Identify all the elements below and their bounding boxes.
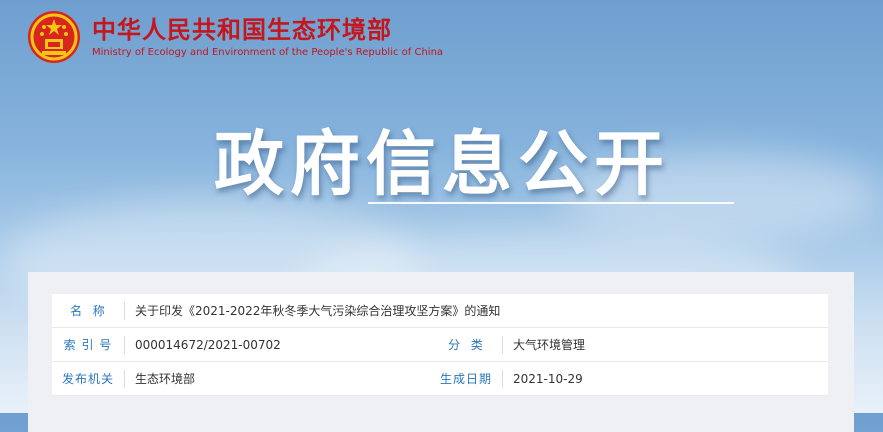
org-name-block: 中华人民共和国生态环境部 Ministry of Ecology and Env… (92, 16, 443, 58)
document-info-table: 名 称 关于印发《2021-2022年秋冬季大气污染综合治理攻坚方案》的通知 索… (52, 294, 828, 396)
divider (124, 369, 125, 388)
index-value: 000014672/2021-00702 (135, 337, 281, 352)
category-cell: 分 类 大气环境管理 (430, 328, 585, 361)
name-label: 名 称 (70, 304, 106, 318)
divider (502, 335, 503, 354)
national-emblem-icon (28, 11, 80, 63)
name-value: 关于印发《2021-2022年秋冬季大气污染综合治理攻坚方案》的通知 (135, 304, 501, 318)
divider (124, 301, 125, 320)
banner-divider (368, 202, 734, 204)
banner-title: 政府信息公开 (214, 123, 670, 205)
info-row-issuer: 发布机关 生态环境部 生成日期 2021-10-29 (52, 362, 828, 396)
org-name-chinese[interactable]: 中华人民共和国生态环境部 (92, 16, 443, 44)
category-value: 大气环境管理 (513, 338, 586, 352)
org-name-english: Ministry of Ecology and Environment of t… (92, 47, 444, 58)
index-label: 索 引 号 (63, 338, 113, 352)
divider (124, 335, 125, 354)
category-label: 分 类 (448, 338, 484, 352)
divider (502, 369, 503, 388)
issuer-value: 生态环境部 (135, 372, 196, 386)
site-header: 中华人民共和国生态环境部 Ministry of Ecology and Env… (26, 9, 443, 65)
info-row-index: 索 引 号 000014672/2021-00702 分 类 大气环境管理 (52, 328, 828, 362)
issuer-label: 发布机关 (61, 372, 114, 386)
date-value: 2021-10-29 (513, 371, 583, 386)
date-label: 生成日期 (439, 372, 492, 386)
info-row-name: 名 称 关于印发《2021-2022年秋冬季大气污染综合治理攻坚方案》的通知 (52, 294, 828, 328)
date-cell: 生成日期 2021-10-29 (430, 362, 583, 395)
